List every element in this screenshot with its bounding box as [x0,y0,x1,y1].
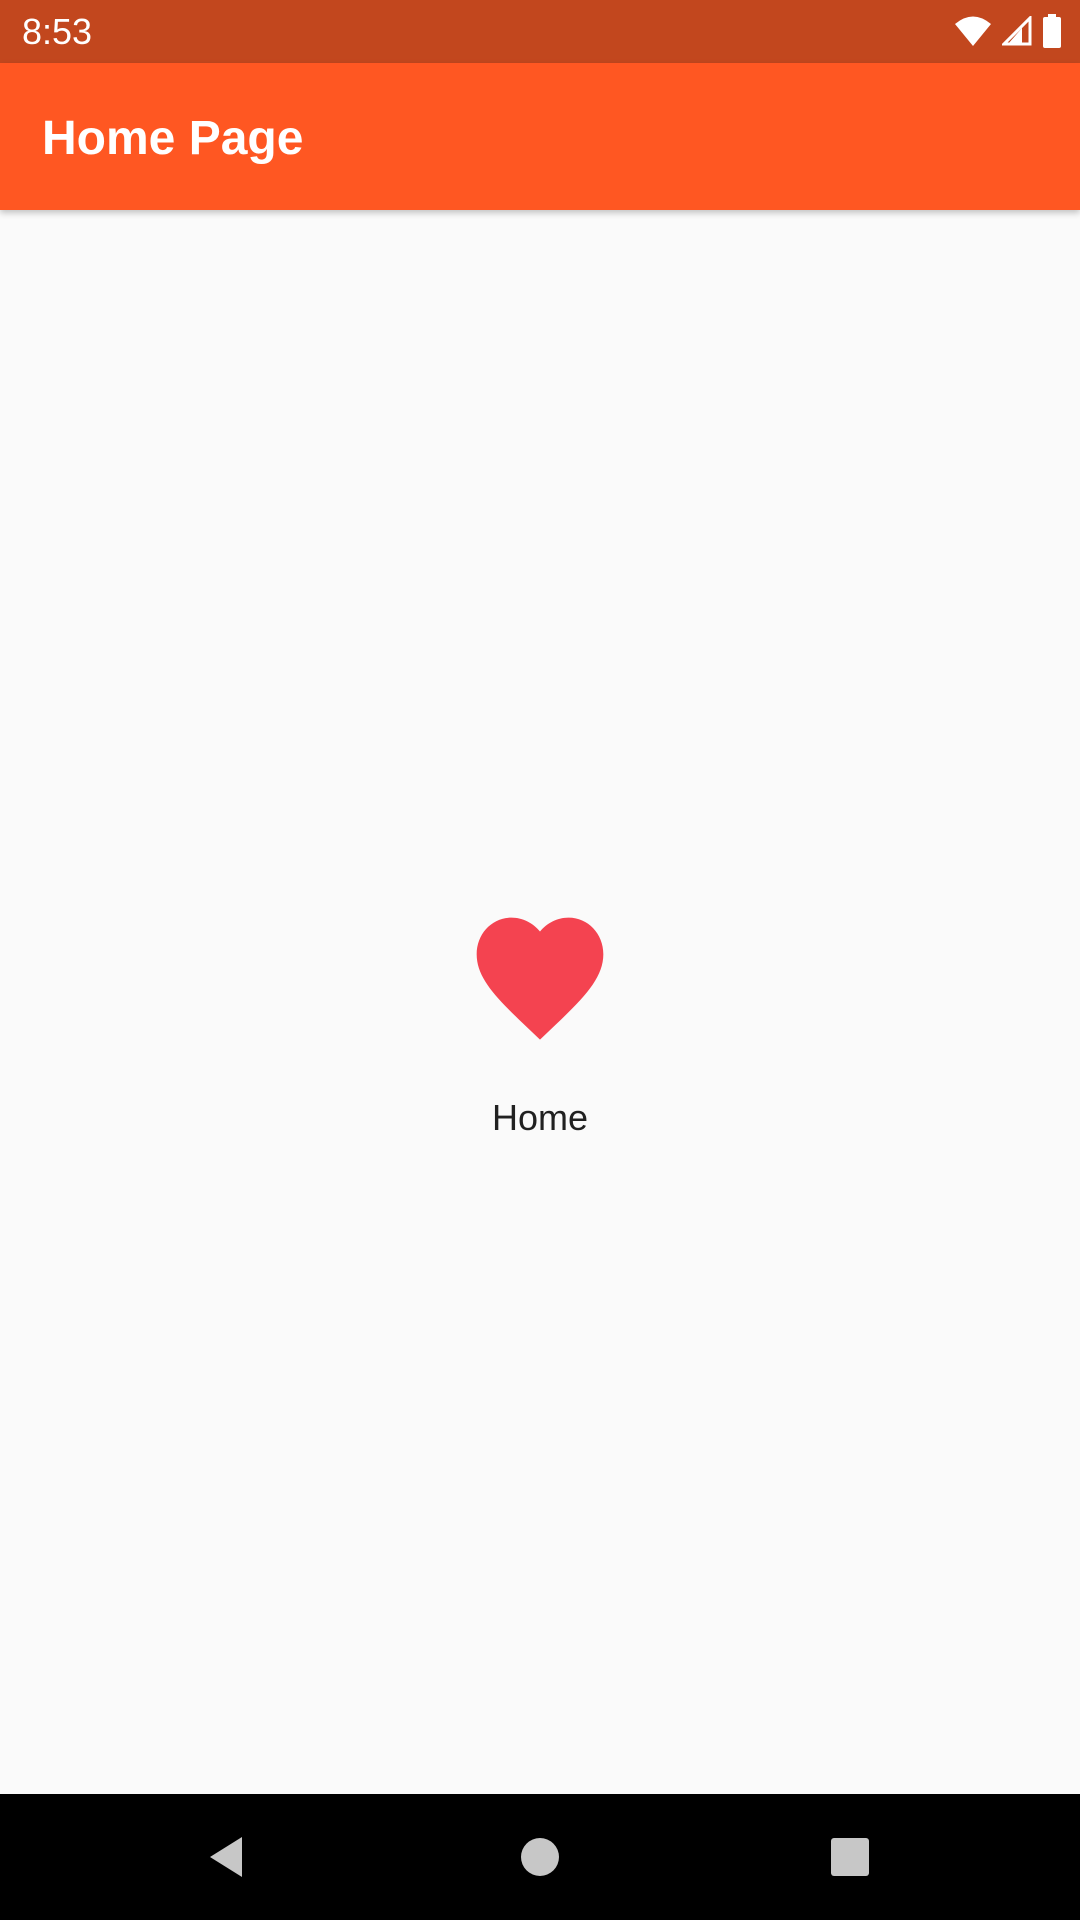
home-label: Home [491,1097,589,1138]
signal-icon [1002,16,1032,46]
status-time: 8:53 [22,11,93,52]
back-button[interactable] [196,1827,256,1887]
main-content: Home [0,210,1080,1794]
battery-icon [1042,14,1062,48]
home-item: Home [0,910,1080,1140]
app-bar: Home Page [0,63,1080,210]
heart-icon [476,917,604,1040]
recents-icon [831,1838,869,1876]
wifi-icon [954,15,992,47]
status-icons [954,12,1062,50]
home-button[interactable] [510,1827,570,1887]
status-bar: 8:53 [0,0,1080,63]
navigation-bar [0,1794,1080,1920]
recents-button[interactable] [820,1827,880,1887]
page-title: Home Page [42,112,304,165]
back-icon [210,1837,242,1877]
home-icon [521,1838,559,1876]
